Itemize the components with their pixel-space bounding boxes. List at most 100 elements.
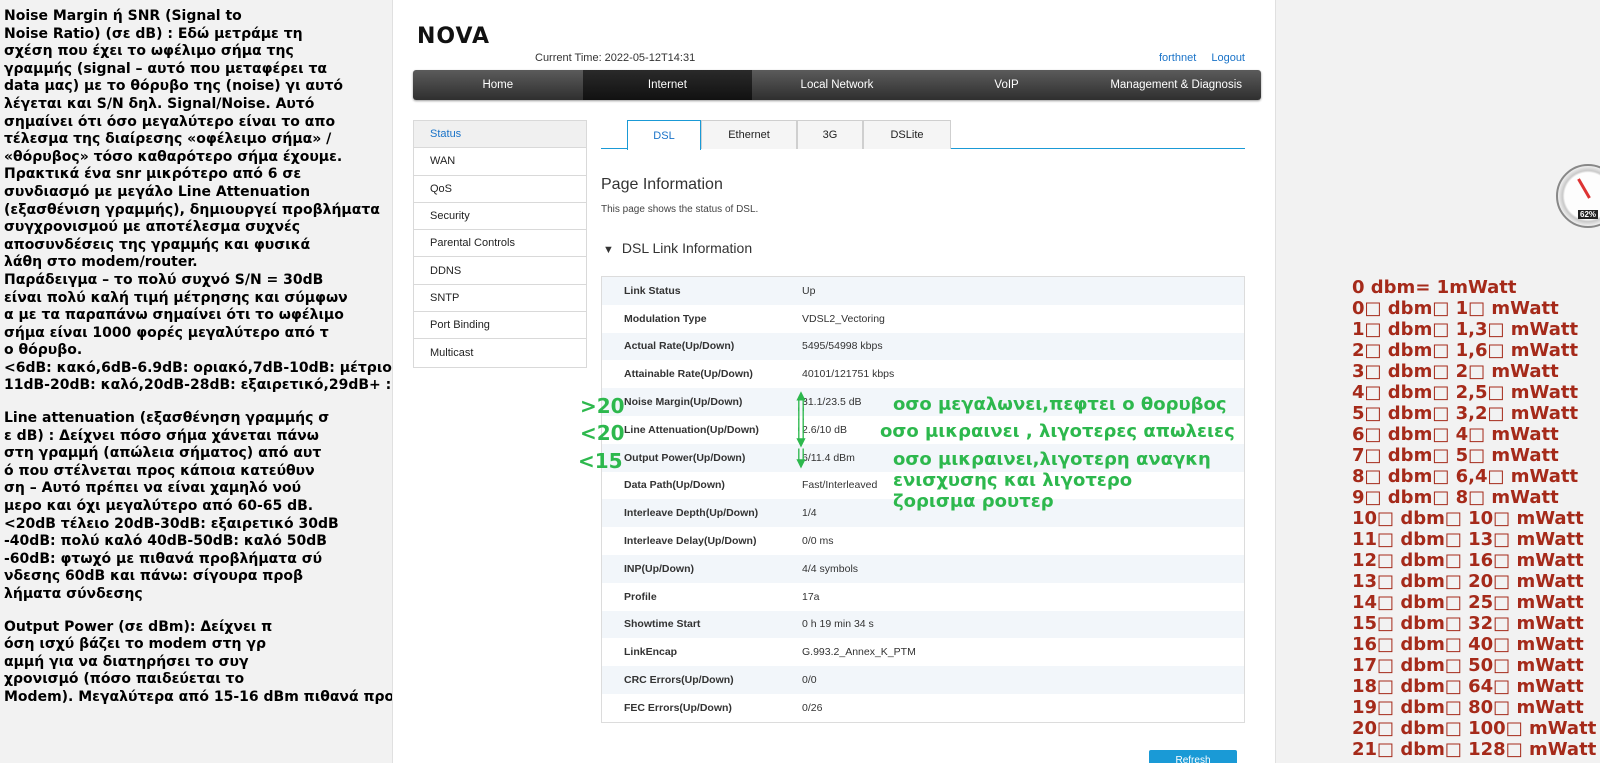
row-value: VDSL2_Vectoring [802,312,885,325]
nav-home[interactable]: Home [413,70,583,100]
dbm-row: 11□ dbm□ 13□ mWatt [1352,529,1584,550]
sidebar-item-sntp[interactable]: SNTP [414,284,586,313]
row-label: Profile [624,590,657,603]
tab-dsl[interactable]: DSL [627,120,701,150]
arrow-down-icon: || || ▼ [796,417,806,449]
dbm-row: 5□ dbm□ 3,2□ mWatt [1352,403,1579,424]
dbm-row: 19□ dbm□ 80□ mWatt [1352,697,1584,718]
user-links: forthnet Logout [1147,52,1245,64]
row-label: Output Power(Up/Down) [624,451,746,464]
table-row: Actual Rate(Up/Down) 5495/54998 kbps [602,332,1244,361]
sidebar-item-wan[interactable]: WAN [414,148,586,176]
nav-management[interactable]: Management & Diagnosis [1091,70,1261,100]
table-row: Profile 17a [602,583,1244,611]
sidebar-item-port-binding[interactable]: Port Binding [414,312,586,340]
table-row: Showtime Start 0 h 19 min 34 s [602,610,1244,639]
row-label: Interleave Depth(Up/Down) [624,507,759,520]
sidebar-item-status[interactable]: Status [414,121,586,149]
arrow-up-icon: ▲ || || [796,388,806,420]
row-label: Data Path(Up/Down) [624,479,725,492]
row-label: Attainable Rate(Up/Down) [624,368,753,381]
attenuation-note: οσο μικραινει , λιγοτερες απωλειες [880,421,1235,442]
dbm-row: 13□ dbm□ 20□ mWatt [1352,571,1584,592]
dbm-row: 10□ dbm□ 10□ mWatt [1352,508,1584,529]
row-label: CRC Errors(Up/Down) [624,674,734,687]
tab-dslite[interactable]: DSLite [863,120,951,149]
sidebar-item-ddns[interactable]: DDNS [414,257,586,285]
section-title: DSL Link Information [621,240,753,256]
row-label: Noise Margin(Up/Down) [624,396,743,409]
username-link[interactable]: forthnet [1159,52,1196,64]
logout-link[interactable]: Logout [1211,52,1245,64]
row-value: G.993.2_Annex_K_PTM [802,646,916,659]
dbm-row: 6□ dbm□ 4□ mWatt [1352,424,1559,445]
row-value: Up [802,284,816,297]
dbm-row: 3□ dbm□ 2□ mWatt [1352,361,1559,382]
table-row: Interleave Delay(Up/Down) 0/0 ms [602,527,1244,555]
dbm-row: 17□ dbm□ 50□ mWatt [1352,655,1584,676]
noise-note: οσο μεγαλωνει,πεφτει ο θορυβος [893,394,1227,415]
row-value: 6/11.4 dBm [802,451,855,464]
section-header[interactable]: ▼ DSL Link Information [603,240,752,256]
dbm-row: 7□ dbm□ 5□ mWatt [1352,445,1559,466]
row-value: 40101/121751 kbps [802,368,895,381]
noise-threshold: >20 [580,394,625,418]
dbm-row: 21□ dbm□ 128□ mWatt [1352,739,1597,760]
dbm-row: 20□ dbm□ 100□ mWatt [1352,718,1597,739]
dbm-row: 8□ dbm□ 6,4□ mWatt [1352,466,1579,487]
power-note: οσο μικραινει,λιγοτερη αναγκη ενισχυσης … [893,449,1211,512]
row-value: 1/4 [802,507,817,520]
gauge-needle [1577,178,1591,199]
collapse-triangle-icon[interactable]: ▼ [603,244,614,256]
table-row: Modulation Type VDSL2_Vectoring [602,305,1244,333]
router-page: NOVA Current Time: 2022-05-12T14:31 fort… [392,0,1276,763]
sidebar: Status WAN QoS Security Parental Control… [413,120,587,368]
attenuation-threshold: <20 [580,421,625,445]
table-row: CRC Errors(Up/Down) 0/0 [602,666,1244,694]
dbm-row: 0 dbm= 1mWatt [1352,277,1517,298]
page-description: This page shows the status of DSL. [601,204,759,215]
speed-gauge-icon[interactable]: 62% [1556,164,1600,228]
dbm-row: 18□ dbm□ 64□ mWatt [1352,676,1584,697]
row-label: INP(Up/Down) [624,562,694,575]
row-value: Fast/Interleaved [802,479,878,492]
table-row: LinkEncap G.993.2_Annex_K_PTM [602,638,1244,666]
table-row: INP(Up/Down) 4/4 symbols [602,554,1244,583]
dbm-row: 0□ dbm□ 1□ mWatt [1352,298,1559,319]
row-value: 0/0 ms [802,535,834,548]
row-label: Interleave Delay(Up/Down) [624,535,757,548]
dbm-row: 16□ dbm□ 40□ mWatt [1352,634,1584,655]
tab-ethernet[interactable]: Ethernet [701,120,797,149]
nav-voip[interactable]: VoIP [922,70,1092,100]
sidebar-item-qos[interactable]: QoS [414,175,586,203]
nav-local-network[interactable]: Local Network [752,70,922,100]
row-value: 2.6/10 dB [802,423,847,436]
current-time: Current Time: 2022-05-12T14:31 [535,52,696,64]
row-label: FEC Errors(Up/Down) [624,701,732,714]
row-value: 0/26 [802,701,823,714]
tab-3g[interactable]: 3G [797,120,863,149]
dbm-row: 4□ dbm□ 2,5□ mWatt [1352,382,1579,403]
row-value: 0/0 [802,674,817,687]
table-row: FEC Errors(Up/Down) 0/26 [602,694,1244,722]
row-value: 17a [802,590,820,603]
sidebar-item-multicast[interactable]: Multicast [414,339,586,367]
sidebar-item-parental-controls[interactable]: Parental Controls [414,230,586,258]
row-value: 4/4 symbols [802,562,859,575]
dbm-conversion-list: 0 dbm= 1mWatt 0□ dbm□ 1□ mWatt 1□ dbm□ 1,3… [1352,277,1598,760]
dbm-row: 12□ dbm□ 16□ mWatt [1352,550,1584,571]
nav-internet[interactable]: Internet [582,70,753,100]
refresh-button[interactable]: Refresh [1149,750,1237,763]
row-label: Link Status [624,284,681,297]
power-threshold: <15 [578,449,623,473]
row-value: 0 h 19 min 34 s [802,618,874,631]
dbm-row: 1□ dbm□ 1,3□ mWatt [1352,319,1579,340]
row-label: LinkEncap [624,646,678,659]
arrow-down-icon-2: || ▼ [796,447,806,470]
row-label: Modulation Type [624,312,707,325]
gauge-value: 62% [1578,210,1599,219]
dbm-row: 14□ dbm□ 25□ mWatt [1352,592,1584,613]
tab-bar: DSL Ethernet 3G DSLite [601,120,1245,150]
sidebar-item-security[interactable]: Security [414,202,586,231]
table-row: Attainable Rate(Up/Down) 40101/121751 kbp… [602,360,1244,388]
